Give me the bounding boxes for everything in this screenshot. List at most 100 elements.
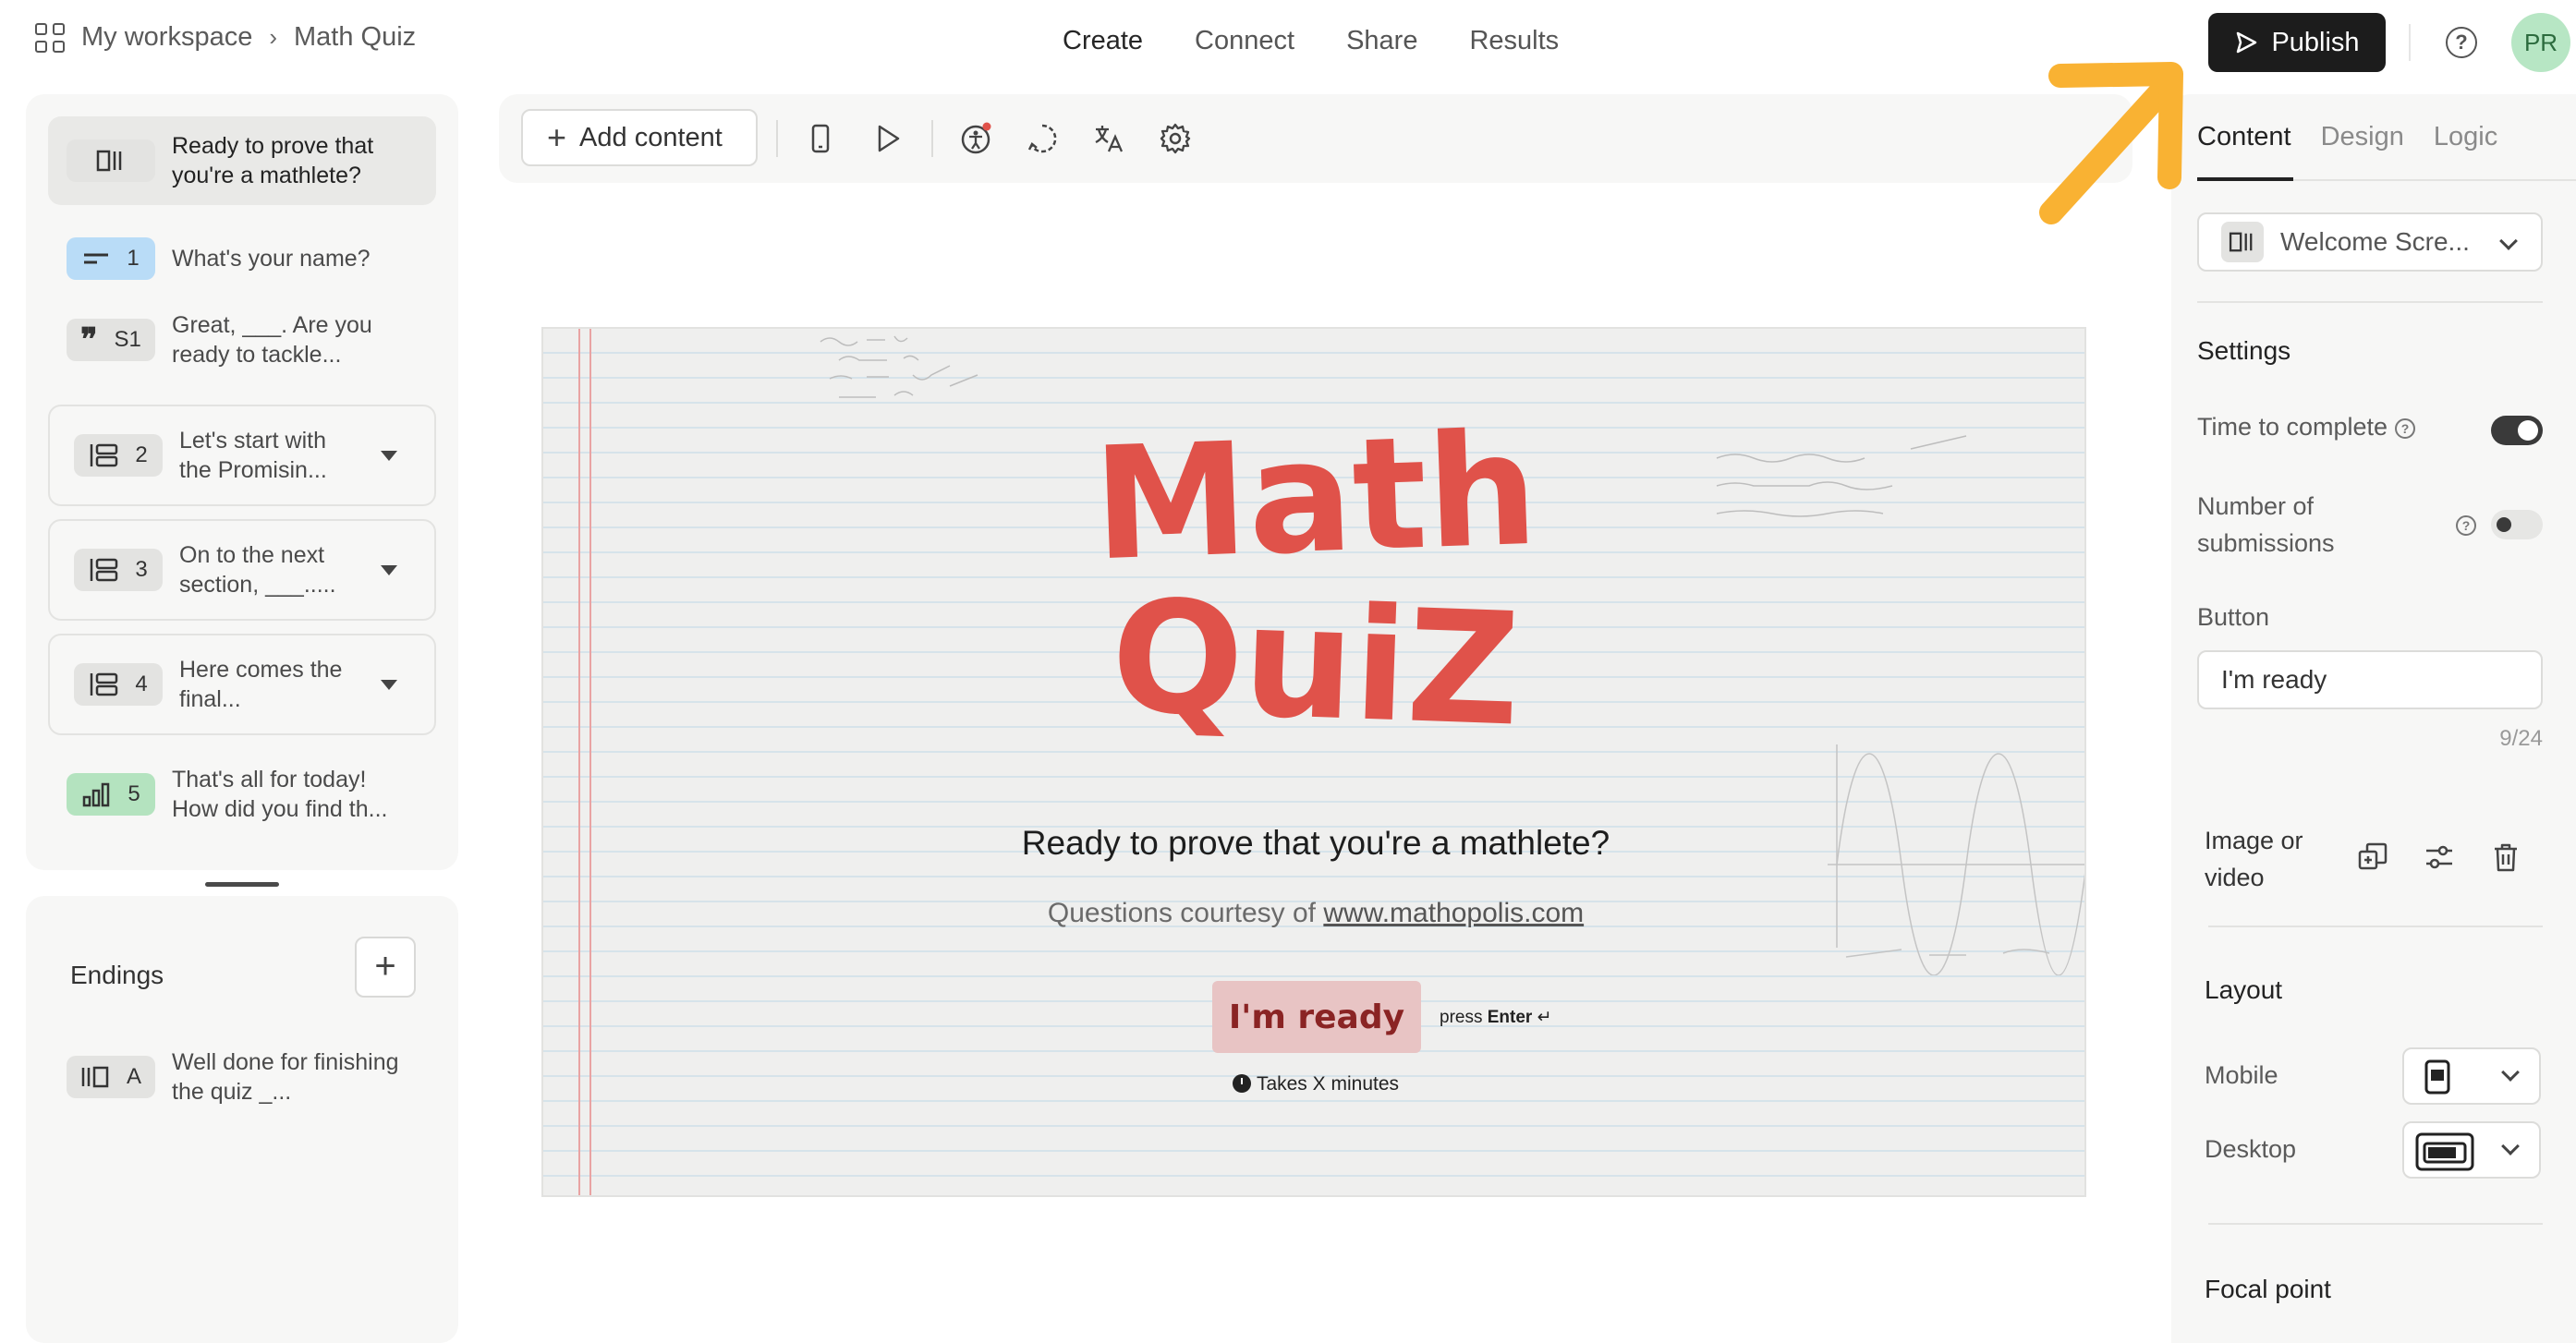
question-label: Great, ___. Are you ready to tackle...	[172, 312, 372, 368]
time-to-complete-label: Time to complete?	[2197, 408, 2416, 445]
properties-tabs: Content Design Logic	[2197, 122, 2497, 152]
publish-button[interactable]: Publish	[2208, 13, 2386, 72]
help-icon[interactable]: ?	[2446, 27, 2477, 58]
desktop-layout-select[interactable]	[2402, 1121, 2541, 1179]
number-of-submissions-toggle[interactable]	[2491, 510, 2543, 539]
enter-key-label: Enter	[1487, 1007, 1533, 1027]
subtitle-text: Questions courtesy of	[1047, 898, 1324, 928]
divider	[776, 120, 778, 157]
quote-icon: ❞	[80, 321, 98, 358]
time-estimate-text: Takes X minutes	[1256, 1073, 1400, 1095]
translate-icon[interactable]	[1092, 122, 1125, 155]
welcome-screen-icon	[96, 150, 122, 172]
mobile-preview-icon[interactable]	[804, 122, 837, 155]
layout-heading: Layout	[2205, 975, 2283, 1004]
image-or-video-label: Image or video	[2205, 822, 2303, 896]
question-type-badge: 5	[67, 773, 155, 816]
send-icon	[2237, 31, 2257, 54]
nav-share[interactable]: Share	[1346, 26, 1417, 56]
active-tab-indicator	[2197, 177, 2293, 181]
question-list-panel: Ready to prove that you're a mathlete? 1…	[26, 94, 458, 870]
chevron-down-icon	[2501, 1063, 2520, 1082]
help-icon[interactable]: ?	[2456, 515, 2476, 536]
add-ending-button[interactable]: +	[355, 937, 416, 998]
form-preview-canvas: Math QuiZ Ready to prove that you're a m…	[541, 327, 2086, 1197]
question-label: On to the next section, ___.....	[179, 542, 336, 598]
time-to-complete-text: Time to complete	[2197, 413, 2388, 441]
loading-spinner-icon[interactable]	[1026, 122, 1059, 155]
caret-down-icon[interactable]	[381, 565, 397, 575]
focal-point-heading: Focal point	[2205, 1275, 2331, 1303]
divider	[931, 120, 933, 157]
chevron-down-icon	[2501, 1137, 2520, 1155]
mobile-layout-icon	[2424, 1059, 2450, 1095]
time-to-complete-toggle[interactable]	[2491, 416, 2543, 445]
number-of-submissions-label: Number of submissions	[2197, 488, 2335, 562]
welcome-title: Ready to prove that you're a mathlete?	[1021, 824, 1610, 862]
mobile-layout-select[interactable]	[2402, 1047, 2541, 1105]
question-item-welcome[interactable]: Ready to prove that you're a mathlete?	[48, 116, 436, 205]
enter-key-icon: ↵	[1537, 1007, 1552, 1027]
block-type-select[interactable]: Welcome Scre...	[2197, 212, 2543, 272]
block-type-value: Welcome Scre...	[2280, 227, 2470, 256]
chevron-down-icon	[2499, 232, 2518, 250]
accessibility-icon[interactable]	[959, 122, 992, 155]
mathopolis-link[interactable]: www.mathopolis.com	[1323, 898, 1584, 928]
question-label: What's your name?	[172, 246, 371, 272]
help-icon[interactable]: ?	[2395, 418, 2416, 439]
add-content-button[interactable]: + Add content	[521, 109, 758, 166]
button-heading: Button	[2197, 603, 2270, 631]
question-group-4[interactable]: 4 Here comes the final...	[48, 634, 436, 735]
question-item-5[interactable]: 5 That's all for today! How did you find…	[48, 750, 436, 839]
question-item-1[interactable]: 1 What's your name?	[48, 214, 436, 303]
question-label: Ready to prove that you're a mathlete?	[172, 133, 374, 188]
logo-line-quiz: QuiZ	[1109, 565, 1523, 744]
question-type-badge: 1	[67, 237, 155, 280]
add-content-label: Add content	[579, 122, 723, 152]
question-group-2[interactable]: 2 Let's start with the Promisin...	[48, 405, 436, 506]
math-quiz-logo-art: Math QuiZ	[1090, 412, 1540, 744]
question-group-3[interactable]: 3 On to the next section, ___.....	[48, 519, 436, 621]
divider	[2197, 301, 2543, 303]
breadcrumb-workspace[interactable]: My workspace	[81, 22, 252, 53]
number-of-submissions-text-2: submissions	[2197, 529, 2335, 557]
play-icon[interactable]	[870, 122, 904, 155]
question-type-badge: 3	[74, 549, 163, 591]
caret-down-icon[interactable]	[381, 680, 397, 690]
nav-create[interactable]: Create	[1063, 26, 1143, 56]
settings-gear-icon[interactable]	[1159, 122, 1192, 155]
button-label-input[interactable]	[2197, 650, 2543, 709]
desktop-layout-label: Desktop	[2205, 1135, 2297, 1163]
trash-icon[interactable]	[2489, 841, 2522, 874]
ending-letter: A	[126, 1064, 141, 1089]
question-label: That's all for today! How did you find t…	[172, 767, 388, 822]
desktop-layout-icon	[2415, 1132, 2474, 1171]
panel-resize-handle[interactable]	[205, 882, 279, 887]
publish-label: Publish	[2271, 27, 2360, 57]
chevron-right-icon: ›	[269, 23, 277, 51]
ending-item-a[interactable]: A Well done for finishing the quiz _...	[48, 1033, 436, 1121]
tab-design[interactable]: Design	[2321, 122, 2404, 152]
tab-logic[interactable]: Logic	[2434, 122, 2497, 152]
sliders-icon[interactable]	[2423, 841, 2456, 874]
nav-results[interactable]: Results	[1469, 26, 1559, 56]
breadcrumb-form-name[interactable]: Math Quiz	[294, 22, 416, 53]
question-number: S1	[114, 327, 141, 352]
welcome-screen-icon-art	[2229, 232, 2253, 252]
number-of-submissions-text-1: Number of	[2197, 492, 2315, 520]
nav-connect[interactable]: Connect	[1195, 26, 1294, 56]
divider	[2208, 1223, 2543, 1225]
apps-grid-icon[interactable]	[35, 22, 65, 53]
time-estimate: Takes X minutes	[543, 1073, 2084, 1095]
image-or-video-text-2: video	[2205, 864, 2265, 891]
tab-content[interactable]: Content	[2197, 122, 2291, 152]
question-item-s1[interactable]: ❞ S1 Great, ___. Are you ready to tackle…	[48, 296, 436, 384]
add-media-icon[interactable]	[2356, 841, 2389, 874]
caret-down-icon[interactable]	[381, 451, 397, 461]
avatar[interactable]: PR	[2511, 13, 2570, 72]
plus-icon: +	[547, 118, 567, 156]
im-ready-button[interactable]: I'm ready	[1212, 981, 1421, 1053]
annotation-arrow	[2039, 62, 2183, 224]
math-quiz-logo: Math QuiZ	[543, 412, 2084, 744]
ending-type-badge: A	[67, 1056, 155, 1098]
